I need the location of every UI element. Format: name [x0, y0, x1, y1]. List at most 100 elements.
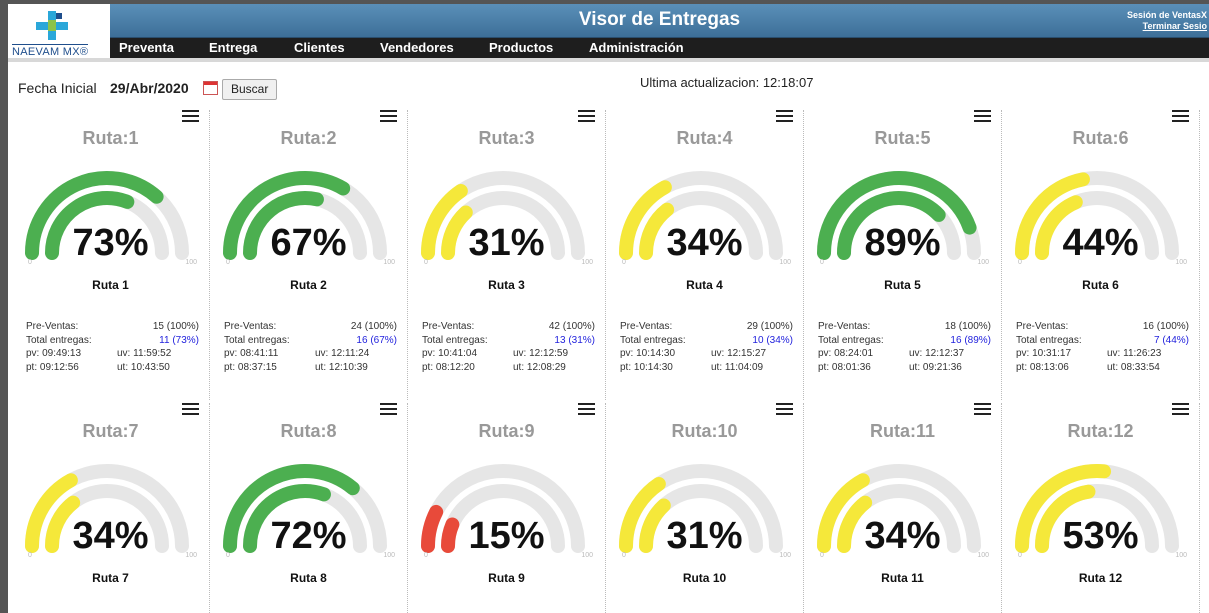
route-title: Ruta:12	[1067, 421, 1134, 441]
pv-time: pv: 09:49:13	[26, 348, 82, 359]
logo-text: NAEVAM MX®	[12, 44, 89, 58]
route-stats: Pre-Ventas: 24 (100%) Total entregas: 16 (…	[224, 320, 397, 374]
card-menu-icon[interactable]	[380, 403, 397, 418]
route-card: Ruta:9 15% 0 100 Ruta 9	[408, 403, 606, 613]
card-menu-icon[interactable]	[776, 110, 793, 125]
card-menu-icon[interactable]	[974, 403, 991, 418]
nav-item-productos[interactable]: Productos	[489, 40, 553, 55]
route-title: Ruta:2	[280, 128, 337, 148]
pt-time: pt: 08:13:06	[1016, 361, 1069, 373]
uv-time: uv: 12:11:24	[315, 348, 370, 359]
route-name: Ruta 3	[488, 278, 525, 292]
route-card: Ruta:7 34% 0 100 Ruta 7	[12, 403, 210, 613]
page-title: Visor de Entregas	[578, 9, 741, 30]
route-percent: 31%	[666, 515, 743, 557]
gauge-min-label: 0	[226, 552, 230, 559]
gauge-min-label: 0	[622, 259, 626, 266]
gauge-max-label: 100	[185, 552, 197, 559]
ut-time: ut: 10:43:50	[117, 361, 170, 373]
logo-icon	[36, 11, 68, 40]
gauge-max-label: 100	[977, 259, 989, 266]
nav-item-entrega[interactable]: Entrega	[209, 40, 257, 55]
route-card: Ruta:5 89% 0 100 Ruta 5 Pre-Ventas: 18 (1…	[804, 110, 1002, 400]
session-info: Sesión de VentasX Terminar Sesio	[1127, 10, 1207, 32]
route-name: Ruta 1	[92, 278, 129, 292]
nav-item-administracion[interactable]: Administración	[589, 40, 684, 55]
route-name: Ruta 4	[686, 278, 723, 292]
search-button[interactable]: Buscar	[222, 79, 278, 100]
route-name: Ruta 12	[1078, 571, 1123, 585]
card-menu-icon[interactable]	[776, 403, 793, 418]
route-name: Ruta 11	[881, 571, 924, 585]
route-title: Ruta:11	[869, 421, 936, 441]
preventas-value: 18 (100%)	[944, 321, 991, 332]
total-entregas-label: Total entregas:	[422, 334, 488, 346]
nav-item-clientes[interactable]: Clientes	[294, 40, 345, 55]
pv-time: pv: 08:41:11	[224, 348, 279, 359]
route-title: Ruta:9	[478, 421, 535, 441]
card-menu-icon[interactable]	[380, 110, 397, 125]
card-menu-icon[interactable]	[578, 110, 595, 125]
nav-item-preventa[interactable]: Preventa	[119, 40, 174, 55]
total-entregas-label: Total entregas:	[620, 334, 686, 346]
app-logo[interactable]: NAEVAM MX®	[8, 4, 111, 62]
total-entregas-value: 10 (34%)	[752, 334, 793, 346]
pv-time: pv: 08:24:01	[818, 348, 874, 359]
total-entregas-value: 11 (73%)	[159, 334, 199, 346]
gauge-min-label: 0	[28, 552, 32, 559]
gauge-min-label: 0	[820, 552, 824, 559]
route-title: Ruta:7	[82, 421, 139, 441]
gauge-max-label: 100	[977, 552, 989, 559]
gauge-max-label: 100	[383, 552, 395, 559]
logout-link[interactable]: Terminar Sesio	[1143, 21, 1207, 31]
total-entregas-label: Total entregas:	[26, 334, 92, 346]
gauge-max-label: 100	[779, 259, 791, 266]
card-menu-icon[interactable]	[974, 110, 991, 125]
route-percent: 34%	[864, 515, 941, 557]
route-percent: 44%	[1062, 222, 1139, 264]
main-nav: Preventa Entrega Clientes Vendedores Pro…	[110, 38, 1209, 58]
route-card: Ruta:11 34% 0 100 Ruta 11	[804, 403, 1002, 613]
gauge-min-label: 0	[1018, 552, 1022, 559]
total-entregas-label: Total entregas:	[1016, 334, 1082, 346]
preventas-value: 42 (100%)	[548, 321, 595, 332]
gauge-min-label: 0	[1018, 259, 1022, 266]
pt-time: pt: 08:37:15	[224, 361, 277, 373]
route-title: Ruta:5	[874, 128, 931, 148]
route-percent: 67%	[270, 222, 347, 264]
route-name: Ruta 7	[92, 571, 129, 585]
route-percent: 72%	[270, 515, 347, 557]
gauge-min-label: 0	[622, 552, 626, 559]
preventas-value: 24 (100%)	[350, 321, 397, 332]
card-menu-icon[interactable]	[1172, 110, 1189, 125]
route-card: Ruta:4 34% 0 100 Ruta 4 Pre-Ventas: 29 (1…	[606, 110, 804, 400]
ut-time: ut: 08:33:54	[1107, 361, 1160, 373]
route-percent: 31%	[468, 222, 545, 264]
route-percent: 53%	[1062, 515, 1139, 557]
route-percent: 73%	[72, 222, 149, 264]
gauge-max-label: 100	[581, 259, 593, 266]
route-name: Ruta 10	[682, 571, 727, 585]
pv-time: pv: 10:31:17	[1016, 348, 1072, 359]
route-name: Ruta 5	[884, 278, 921, 292]
nav-item-vendedores[interactable]: Vendedores	[380, 40, 454, 55]
gauge-min-label: 0	[28, 259, 32, 266]
card-menu-icon[interactable]	[1172, 403, 1189, 418]
date-value[interactable]: 29/Abr/2020	[110, 80, 189, 96]
route-title: Ruta:4	[676, 128, 733, 148]
card-menu-icon[interactable]	[182, 403, 199, 418]
route-stats: Pre-Ventas: 15 (100%) Total entregas: 11 (…	[26, 320, 199, 374]
route-card: Ruta:10 31% 0 100 Ruta 10	[606, 403, 804, 613]
card-menu-icon[interactable]	[182, 110, 199, 125]
gauge-max-label: 100	[1175, 259, 1187, 266]
pt-time: pt: 10:14:30	[620, 361, 673, 373]
route-name: Ruta 6	[1082, 278, 1119, 292]
calendar-icon[interactable]	[203, 81, 218, 95]
route-card: Ruta:6 44% 0 100 Ruta 6 Pre-Ventas: 16 (1…	[1002, 110, 1200, 400]
pv-time: pv: 10:41:04	[422, 348, 478, 359]
card-menu-icon[interactable]	[578, 403, 595, 418]
date-label: Fecha Inicial	[18, 80, 97, 96]
gauge-max-label: 100	[581, 552, 593, 559]
preventas-label: Pre-Ventas:	[422, 321, 475, 332]
preventas-value: 15 (100%)	[152, 321, 199, 332]
